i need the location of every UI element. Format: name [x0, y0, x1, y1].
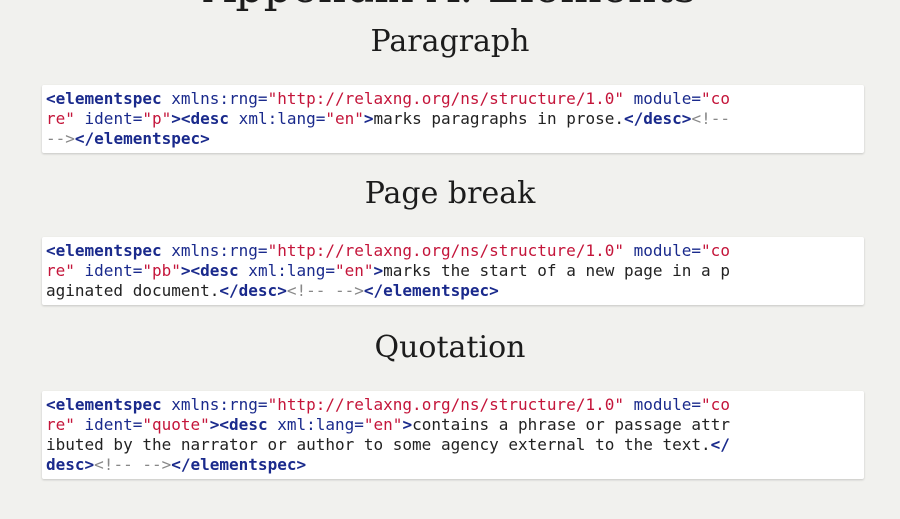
code-line: desc><!-- --></elementspec> [46, 455, 860, 475]
code-token-tag: > [373, 261, 384, 280]
code-token-tag: </desc> [624, 109, 692, 128]
code-block-page-break: <elementspec xmlns:rng="http://relaxng.o… [42, 237, 864, 305]
section-title-paragraph: Paragraph [370, 24, 530, 59]
code-token-tag: ><desc [209, 415, 268, 434]
code-line: ibuted by the narrator or author to some… [46, 435, 860, 455]
code-token-val: "pb" [142, 261, 181, 280]
code-token-tag: </elementspec> [171, 455, 307, 474]
code-token-tag: <elementspec [46, 241, 162, 260]
code-token-val: "http://relaxng.org/ns/structure/1.0" [267, 89, 624, 108]
page-heading-cut-off: Appendix A: Elements [0, 0, 900, 10]
code-token-tag: </ [710, 435, 730, 454]
code-token-tag: > [363, 109, 374, 128]
code-token-val: "quote" [142, 415, 210, 434]
section-title-page-break: Page break [364, 176, 536, 211]
code-line: re" ident="p"><desc xml:lang="en">marks … [46, 109, 860, 129]
code-token-tag: ><desc [180, 261, 239, 280]
code-token-attr: xml:lang= [267, 415, 364, 434]
code-token-tag: ><desc [171, 109, 230, 128]
section-title-quotation: Quotation [374, 330, 526, 365]
code-token-val: "p" [142, 109, 172, 128]
code-token-tag: > [402, 415, 413, 434]
code-line: aginated document.</desc><!-- --></eleme… [46, 281, 860, 301]
code-token-txt: marks paragraphs in prose. [373, 109, 624, 128]
code-token-tag: desc> [46, 455, 95, 474]
code-token-attr: module= [623, 241, 702, 260]
code-token-tag: <elementspec [46, 89, 162, 108]
code-token-attr: module= [623, 89, 702, 108]
code-token-txt: contains a phrase or passage attr [412, 415, 730, 434]
code-token-txt: ibuted by the narrator or author to some… [46, 435, 711, 454]
code-token-attr: ident= [74, 261, 143, 280]
code-line: <elementspec xmlns:rng="http://relaxng.o… [46, 89, 860, 109]
code-token-attr: xml:lang= [238, 261, 335, 280]
code-line: <elementspec xmlns:rng="http://relaxng.o… [46, 395, 860, 415]
code-token-attr: xmlns:rng= [161, 395, 268, 414]
code-token-tag: </elementspec> [74, 129, 210, 148]
code-token-val: "http://relaxng.org/ns/structure/1.0" [267, 395, 624, 414]
code-token-val: re" [46, 109, 75, 128]
code-token-attr: ident= [74, 109, 143, 128]
code-token-attr: xmlns:rng= [161, 89, 268, 108]
code-line: <elementspec xmlns:rng="http://relaxng.o… [46, 241, 860, 261]
code-line: re" ident="quote"><desc xml:lang="en">co… [46, 415, 860, 435]
code-token-val: re" [46, 415, 75, 434]
code-token-tag: </elementspec> [363, 281, 499, 300]
code-token-tag: </desc> [219, 281, 287, 300]
code-token-attr: ident= [74, 415, 143, 434]
code-token-attr: module= [623, 395, 702, 414]
code-token-val: re" [46, 261, 75, 280]
code-token-attr: xml:lang= [229, 109, 326, 128]
code-token-cmt: --> [46, 129, 75, 148]
code-token-tag: <elementspec [46, 395, 162, 414]
code-token-val: "http://relaxng.org/ns/structure/1.0" [267, 241, 624, 260]
code-token-val: "co [701, 395, 730, 414]
code-block-quotation: <elementspec xmlns:rng="http://relaxng.o… [42, 391, 864, 479]
code-token-txt: marks the start of a new page in a p [383, 261, 730, 280]
code-token-cmt: <!-- --> [286, 281, 364, 300]
code-token-val: "en" [335, 261, 374, 280]
code-token-txt: aginated document. [46, 281, 220, 300]
code-token-attr: xmlns:rng= [161, 241, 268, 260]
code-line: re" ident="pb"><desc xml:lang="en">marks… [46, 261, 860, 281]
code-token-val: "en" [325, 109, 364, 128]
code-token-cmt: <!-- --> [94, 455, 172, 474]
code-token-cmt: <!-- [691, 109, 730, 128]
code-block-paragraph: <elementspec xmlns:rng="http://relaxng.o… [42, 85, 864, 153]
code-token-val: "co [701, 89, 730, 108]
code-line: --></elementspec> [46, 129, 860, 149]
code-token-val: "co [701, 241, 730, 260]
code-token-val: "en" [363, 415, 403, 434]
